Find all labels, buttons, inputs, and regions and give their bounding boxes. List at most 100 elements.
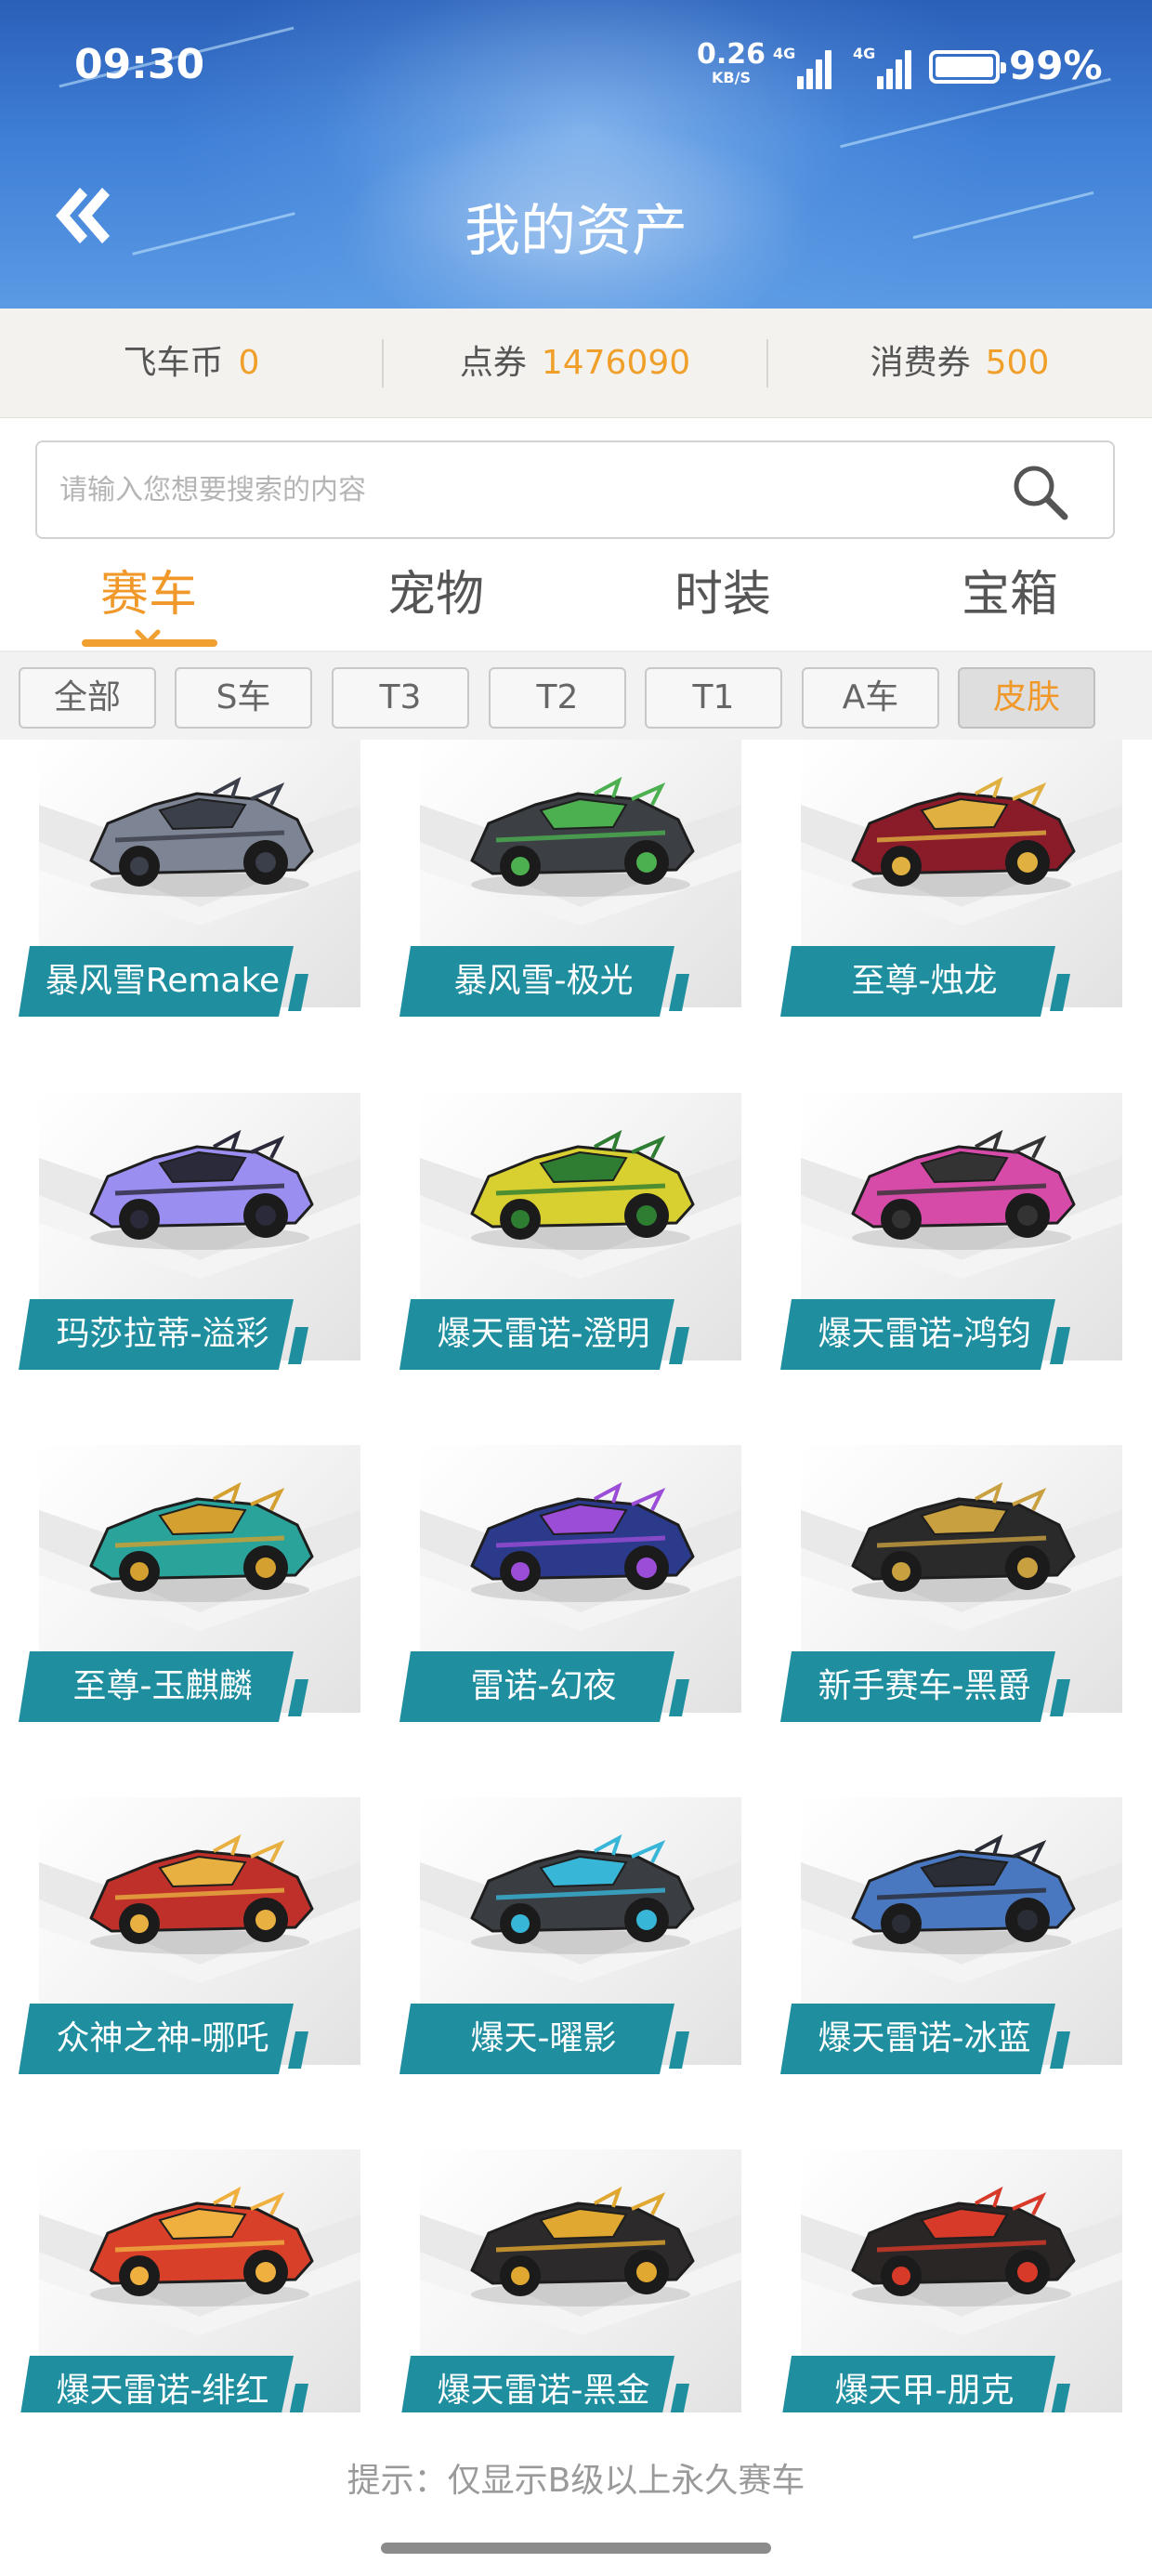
tab-pets[interactable]: 宠物 — [324, 548, 547, 651]
car-name-label: 爆天-曜影 — [399, 2004, 706, 2074]
car-name-label: 暴风雪-极光 — [399, 946, 706, 1017]
car-name: 爆天雷诺-黑金 — [437, 2372, 650, 2410]
car-grid: 暴风雪Remake 暴风雪-极光 至尊-烛龙玛莎拉蒂-溢彩 爆天雷诺-澄明 爆天雷诺-鸿… — [0, 740, 1152, 2412]
car-image — [851, 2186, 1076, 2307]
car-image — [470, 2186, 695, 2307]
car-name: 暴风雪Remake — [45, 962, 281, 1000]
filter-chip-t3[interactable]: T3 — [332, 667, 469, 729]
car-card[interactable]: 至尊-烛龙 — [780, 740, 1122, 1020]
car-name: 雷诺-幻夜 — [470, 1667, 617, 1705]
car-image — [470, 776, 695, 897]
currency-item: 飞车币 0 — [0, 309, 383, 418]
currency-label: 飞车币 — [123, 344, 224, 382]
car-name: 爆天-曜影 — [470, 2019, 617, 2057]
car-image — [851, 776, 1076, 897]
car-name: 爆天甲-朋克 — [834, 2372, 1015, 2410]
car-card[interactable]: 雷诺-幻夜 — [399, 1445, 741, 1726]
car-name: 玛莎拉蒂-溢彩 — [56, 1315, 269, 1353]
car-image — [89, 2186, 314, 2307]
car-name: 暴风雪-极光 — [453, 962, 634, 1000]
tab-chests[interactable]: 宝箱 — [898, 548, 1121, 651]
filter-chip-a[interactable]: A车 — [802, 667, 939, 729]
filter-chip-t1[interactable]: T1 — [645, 667, 782, 729]
car-name-label: 爆天雷诺-黑金 — [399, 2356, 706, 2412]
tab-fashion[interactable]: 时装 — [611, 548, 834, 651]
car-name: 新手赛车-黑爵 — [818, 1667, 1031, 1705]
app-header: 09:30 0.26 KB/S 4G 4G 99% 我的资产 — [0, 0, 1152, 309]
search-input[interactable] — [59, 442, 970, 537]
signal-icon: 4G — [853, 45, 914, 89]
signal-type: 4G — [773, 45, 796, 62]
car-card[interactable]: 爆天-曜影 — [399, 1797, 741, 2078]
car-card[interactable]: 爆天雷诺-冰蓝 — [780, 1797, 1122, 2078]
car-image — [470, 1129, 695, 1250]
car-image — [89, 1833, 314, 1954]
car-image — [851, 1481, 1076, 1602]
network-speed: 0.26 KB/S — [697, 41, 766, 85]
car-card[interactable]: 玛莎拉蒂-溢彩 — [19, 1093, 360, 1373]
car-name: 爆天雷诺-冰蓝 — [818, 2019, 1031, 2057]
filter-bar: 全部 S车 T3 T2 T1 A车 皮肤 — [0, 652, 1152, 740]
car-name-label: 暴风雪Remake — [19, 946, 325, 1017]
car-card[interactable]: 新手赛车-黑爵 — [780, 1445, 1122, 1726]
currency-bar: 飞车币 0 点券 1476090 消费券 500 — [0, 309, 1152, 418]
network-speed-value: 0.26 — [697, 38, 766, 71]
car-image — [851, 1129, 1076, 1250]
car-card[interactable]: 爆天雷诺-绯红 — [19, 2149, 360, 2412]
currency-value: 1476090 — [541, 344, 691, 382]
battery-percent: 99% — [1009, 43, 1103, 88]
car-card[interactable]: 众神之神-哪吒 — [19, 1797, 360, 2078]
car-image — [89, 1481, 314, 1602]
car-image — [851, 1833, 1076, 1954]
car-name-label: 至尊-玉麒麟 — [19, 1651, 325, 1722]
car-image — [89, 1129, 314, 1250]
chevron-down-icon — [135, 629, 161, 645]
search-box — [35, 440, 1115, 539]
currency-value: 0 — [238, 344, 260, 382]
home-indicator — [381, 2543, 771, 2554]
signal-icon: 4G — [773, 45, 834, 89]
car-card[interactable]: 爆天雷诺-澄明 — [399, 1093, 741, 1373]
car-name: 爆天雷诺-澄明 — [437, 1315, 650, 1353]
car-card[interactable]: 暴风雪Remake — [19, 740, 360, 1020]
status-time: 09:30 — [74, 41, 205, 88]
car-name-label: 玛莎拉蒂-溢彩 — [19, 1299, 325, 1370]
car-name-label: 爆天甲-朋克 — [780, 2356, 1087, 2412]
car-image — [470, 1833, 695, 1954]
currency-item: 点券 1476090 — [383, 309, 767, 418]
car-name: 爆天雷诺-绯红 — [56, 2372, 269, 2410]
car-name-label: 新手赛车-黑爵 — [780, 1651, 1087, 1722]
network-speed-unit: KB/S — [712, 69, 751, 86]
filter-chip-t2[interactable]: T2 — [489, 667, 626, 729]
car-name-label: 雷诺-幻夜 — [399, 1651, 706, 1722]
car-card[interactable]: 爆天雷诺-鸿钧 — [780, 1093, 1122, 1373]
filter-chip-s[interactable]: S车 — [175, 667, 312, 729]
search-icon[interactable] — [1009, 461, 1070, 522]
page-title: 我的资产 — [465, 199, 687, 264]
car-name: 众神之神-哪吒 — [56, 2019, 269, 2057]
car-name: 至尊-玉麒麟 — [72, 1667, 253, 1705]
status-bar: 09:30 0.26 KB/S 4G 4G 99% — [0, 0, 1152, 139]
car-name-label: 爆天雷诺-绯红 — [19, 2356, 325, 2412]
car-name-label: 爆天雷诺-鸿钧 — [780, 1299, 1087, 1370]
car-name-label: 至尊-烛龙 — [780, 946, 1087, 1017]
currency-label: 消费券 — [870, 344, 971, 382]
category-tabs: 赛车 宠物 时装 宝箱 — [0, 548, 1152, 651]
car-image — [89, 776, 314, 897]
car-card[interactable]: 爆天雷诺-黑金 — [399, 2149, 741, 2412]
currency-value: 500 — [985, 344, 1050, 382]
car-card[interactable]: 至尊-玉麒麟 — [19, 1445, 360, 1726]
car-card[interactable]: 暴风雪-极光 — [399, 740, 741, 1020]
currency-item: 消费券 500 — [767, 309, 1152, 418]
car-card[interactable]: 爆天甲-朋克 — [780, 2149, 1122, 2412]
car-name: 爆天雷诺-鸿钧 — [818, 1315, 1031, 1353]
battery-icon — [929, 50, 1006, 84]
car-name-label: 爆天雷诺-澄明 — [399, 1299, 706, 1370]
signal-type: 4G — [853, 45, 876, 62]
filter-chip-all[interactable]: 全部 — [19, 667, 156, 729]
car-name-label: 爆天雷诺-冰蓝 — [780, 2004, 1087, 2074]
currency-label: 点券 — [459, 344, 527, 382]
car-name-label: 众神之神-哪吒 — [19, 2004, 325, 2074]
footer-hint: 提示：仅显示B级以上永久赛车 — [347, 2462, 805, 2500]
filter-chip-skin[interactable]: 皮肤 — [958, 667, 1095, 729]
